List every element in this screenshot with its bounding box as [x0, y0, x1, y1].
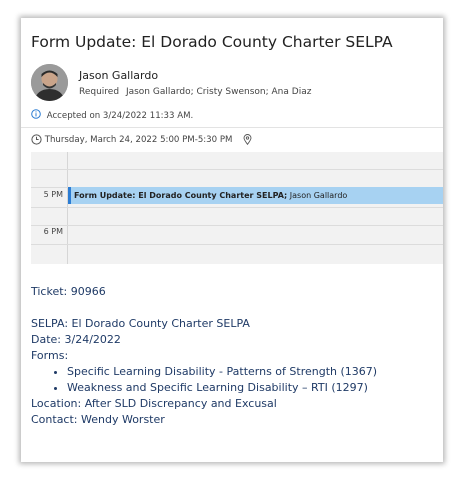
required-attendees-row: Required Jason Gallardo; Cristy Swenson;…: [79, 87, 311, 97]
forms-list: Specific Learning Disability - Patterns …: [31, 364, 377, 396]
calendar-event[interactable]: Form Update: El Dorado County Charter SE…: [68, 187, 443, 204]
message-body: Ticket: 90966 SELPA: El Dorado County Ch…: [31, 284, 377, 428]
header-divider: [21, 127, 443, 128]
form-item: Weakness and Specific Learning Disabilit…: [67, 380, 377, 396]
clock-icon: [31, 134, 42, 145]
meeting-subject: Form Update: El Dorado County Charter SE…: [31, 33, 393, 51]
event-organizer: Jason Gallardo: [289, 191, 348, 200]
info-icon: [31, 109, 41, 122]
time-label-5pm: 5 PM: [43, 190, 63, 199]
date-line: Date: 3/24/2022: [31, 333, 121, 346]
sender-avatar[interactable]: [31, 64, 68, 101]
calendar-gridline: [31, 169, 443, 170]
meeting-time-row: Thursday, March 24, 2022 5:00 PM-5:30 PM: [31, 134, 252, 146]
contact-line: Contact: Wendy Worster: [31, 413, 165, 426]
selpa-line: SELPA: El Dorado County Charter SELPA: [31, 317, 250, 330]
time-label-6pm: 6 PM: [43, 227, 63, 236]
calendar-preview[interactable]: 5 PM 6 PM Form Update: El Dorado County …: [31, 152, 443, 264]
meeting-datetime: Thursday, March 24, 2022 5:00 PM-5:30 PM: [44, 135, 233, 145]
required-label: Required: [79, 87, 120, 97]
person-avatar-icon: [31, 64, 68, 101]
form-item: Specific Learning Disability - Patterns …: [67, 364, 377, 380]
meeting-invite-card: Form Update: El Dorado County Charter SE…: [21, 18, 443, 462]
location-pin-icon[interactable]: [243, 134, 252, 146]
response-status: Accepted on 3/24/2022 11:33 AM.: [31, 109, 193, 122]
forms-label: Forms:: [31, 349, 69, 362]
accepted-text: Accepted on 3/24/2022 11:33 AM.: [46, 111, 194, 121]
ticket-line: Ticket: 90966: [31, 285, 106, 298]
calendar-gridline: [31, 225, 443, 226]
required-attendees[interactable]: Jason Gallardo; Cristy Swenson; Ana Diaz: [126, 87, 312, 97]
calendar-gridline: [31, 244, 443, 245]
event-title: Form Update: El Dorado County Charter SE…: [74, 191, 288, 200]
sender-name[interactable]: Jason Gallardo: [79, 69, 158, 82]
calendar-gridline: [31, 207, 443, 208]
location-line: Location: After SLD Discrepancy and Excu…: [31, 397, 277, 410]
